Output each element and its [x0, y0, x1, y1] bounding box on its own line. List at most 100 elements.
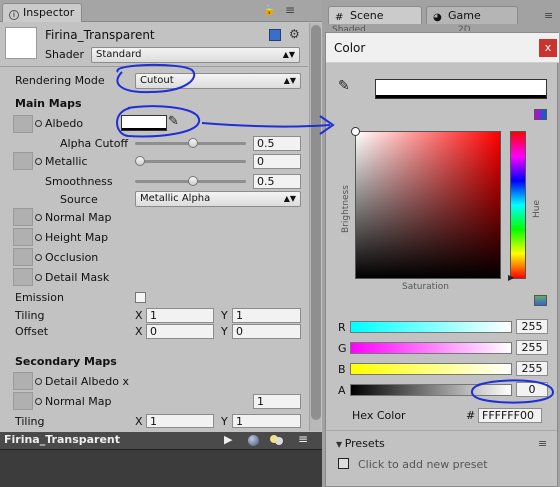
metallic-slider-track[interactable]	[135, 160, 246, 163]
occlusion-texture-slot[interactable]	[13, 248, 33, 266]
shader-dropdown[interactable]: Standard ▲▼	[91, 47, 300, 63]
tiling-y-field[interactable]: 1	[232, 308, 301, 323]
sphere-preview-icon[interactable]	[248, 435, 259, 446]
tiling-x-field[interactable]: 1	[146, 308, 214, 323]
source-dropdown[interactable]: Metallic Alpha ▲▼	[135, 191, 301, 207]
preview-menu-icon[interactable]: ≡	[298, 432, 308, 446]
presets-label: Presets	[344, 437, 385, 450]
metallic-row: Metallic	[35, 155, 88, 168]
detail-albedo-texture-slot[interactable]	[13, 372, 33, 390]
offset-x-field[interactable]: 0	[146, 324, 214, 339]
hex-color-field[interactable]: FFFFFF00	[478, 408, 542, 423]
secondary-normal-map-row: Normal Map	[35, 395, 112, 408]
preview-title: Firina_Transparent	[4, 433, 121, 446]
texture-picker-icon[interactable]	[35, 274, 42, 281]
red-channel-label: R	[338, 321, 346, 334]
offset-label: Offset	[15, 325, 49, 338]
offset-x-axis-label: X	[135, 325, 143, 338]
smoothness-field[interactable]: 0.5	[253, 174, 301, 189]
tiling-label: Tiling	[15, 309, 45, 322]
red-channel-slider[interactable]	[350, 321, 512, 333]
add-preset-swatch-icon[interactable]	[338, 458, 349, 469]
secondary-tiling-y-field[interactable]: 1	[232, 414, 301, 428]
add-preset-label[interactable]: Click to add new preset	[358, 458, 488, 471]
tab-inspector[interactable]: i Inspector	[2, 3, 82, 22]
texture-picker-icon[interactable]	[35, 214, 42, 221]
alpha-cutoff-slider-knob[interactable]	[188, 138, 198, 148]
texture-picker-icon[interactable]	[35, 378, 42, 385]
saturation-brightness-square[interactable]	[351, 127, 501, 279]
metallic-texture-slot[interactable]	[13, 152, 33, 170]
hue-slider[interactable]	[510, 131, 526, 279]
metallic-slider-knob[interactable]	[135, 156, 145, 166]
secondary-normal-scale-field[interactable]: 1	[253, 394, 301, 409]
alpha-channel-field[interactable]: 0	[516, 382, 548, 397]
green-channel-slider[interactable]	[350, 342, 512, 354]
hex-color-label: Hex Color	[352, 409, 406, 422]
rendering-mode-dropdown[interactable]: Cutout ▲▼	[135, 73, 301, 89]
tiling-y-axis-label: Y	[221, 309, 228, 322]
albedo-color-swatch[interactable]	[121, 115, 167, 131]
texture-picker-icon[interactable]	[35, 398, 42, 405]
lock-icon[interactable]: 🔒	[263, 5, 275, 16]
presets-menu-icon[interactable]: ≡	[538, 437, 547, 450]
slider-mode-toggle-icon[interactable]	[534, 295, 547, 306]
shader-label: Shader	[45, 48, 84, 61]
albedo-label: Albedo	[45, 117, 84, 130]
tab-game[interactable]: ◕ Game	[426, 6, 518, 24]
color-mode-toggle-icon[interactable]	[534, 109, 547, 120]
tab-scene[interactable]: # Scene	[328, 6, 422, 24]
normal-map-texture-slot[interactable]	[13, 208, 33, 226]
alpha-cutoff-field[interactable]: 0.5	[253, 136, 301, 151]
hue-axis-label: Hue	[532, 199, 542, 218]
play-icon[interactable]: ▶	[224, 433, 232, 446]
shader-dropdown-value: Standard	[96, 49, 142, 60]
texture-picker-icon[interactable]	[35, 120, 42, 127]
occlusion-row: Occlusion	[35, 251, 98, 264]
rendering-mode-value: Cutout	[140, 75, 174, 86]
settings-gear-icon[interactable]: ⚙	[289, 27, 300, 41]
color-picker-cursor[interactable]	[351, 127, 360, 136]
current-color-swatch	[375, 79, 547, 99]
alpha-channel-slider[interactable]	[350, 384, 512, 396]
detail-mask-texture-slot[interactable]	[13, 268, 33, 286]
texture-picker-icon[interactable]	[35, 234, 42, 241]
blue-channel-field[interactable]: 255	[516, 361, 548, 376]
hue-slider-handle[interactable]: ▶	[508, 273, 514, 282]
eyedropper-icon[interactable]: ✎	[338, 78, 350, 94]
albedo-texture-slot[interactable]	[13, 115, 33, 133]
blue-channel-slider[interactable]	[350, 363, 512, 375]
height-map-texture-slot[interactable]	[13, 228, 33, 246]
main-maps-header: Main Maps	[15, 97, 82, 110]
eyedropper-icon[interactable]: ✎	[168, 114, 179, 129]
emission-checkbox[interactable]	[135, 292, 146, 303]
color-window-titlebar[interactable]: Color x	[326, 33, 559, 63]
scene-tab-menu-icon[interactable]: ≡	[544, 9, 553, 22]
tiling-x-axis-label: X	[135, 309, 143, 322]
close-button[interactable]: x	[539, 39, 557, 57]
help-book-icon[interactable]	[269, 29, 281, 41]
secondary-normal-map-texture-slot[interactable]	[13, 392, 33, 410]
red-channel-field[interactable]: 255	[516, 319, 548, 334]
lighting-icon[interactable]	[270, 435, 284, 446]
inspector-scrollbar[interactable]	[309, 23, 321, 431]
green-channel-field[interactable]: 255	[516, 340, 548, 355]
detail-mask-row: Detail Mask	[35, 271, 109, 284]
offset-y-axis-label: Y	[221, 325, 228, 338]
texture-picker-icon[interactable]	[35, 254, 42, 261]
smoothness-slider-knob[interactable]	[188, 176, 198, 186]
toggle-2d-button[interactable]: 2D	[458, 25, 471, 31]
grid-icon: #	[335, 12, 344, 23]
tab-inspector-label: Inspector	[23, 6, 75, 19]
inspector-scrollbar-thumb[interactable]	[311, 25, 321, 420]
texture-picker-icon[interactable]	[35, 158, 42, 165]
presets-foldout[interactable]: ▼ Presets	[336, 437, 385, 450]
tab-menu-icon[interactable]: ≡	[285, 3, 295, 17]
secondary-tiling-x-field[interactable]: 1	[146, 414, 214, 428]
shaded-dropdown[interactable]: Shaded	[332, 25, 366, 31]
hex-hash-label: #	[466, 409, 476, 422]
blue-channel-label: B	[338, 363, 346, 376]
height-map-row: Height Map	[35, 231, 108, 244]
offset-y-field[interactable]: 0	[232, 324, 301, 339]
metallic-field[interactable]: 0	[253, 154, 301, 169]
